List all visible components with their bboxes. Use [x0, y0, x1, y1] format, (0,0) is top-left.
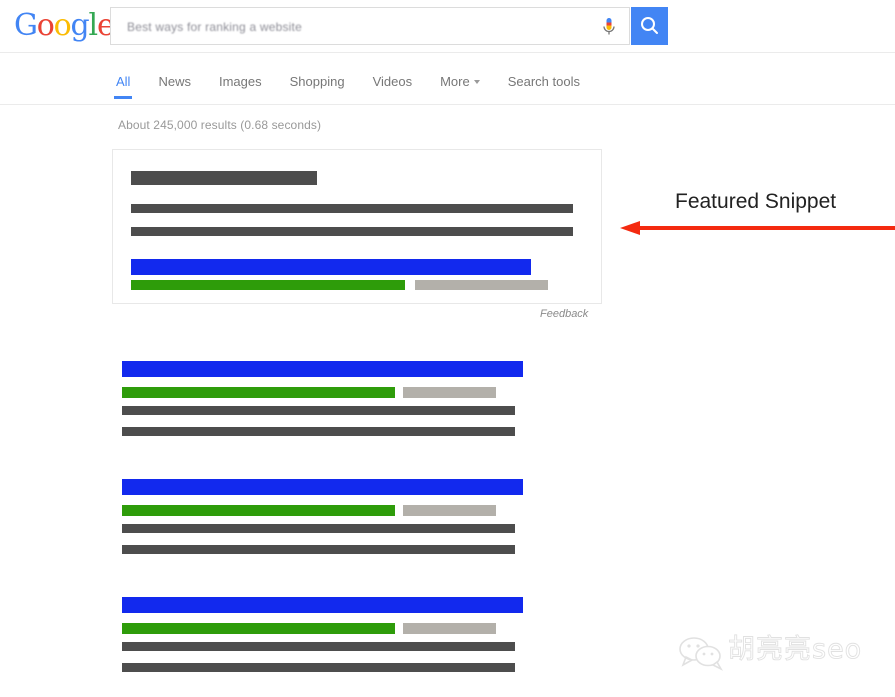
feedback-link[interactable]: Feedback [540, 308, 588, 320]
logo-letter-o1: o [37, 8, 54, 43]
tab-more-label: More [440, 74, 470, 89]
search-icon [631, 7, 668, 45]
search-button[interactable] [631, 7, 668, 45]
tab-search-tools[interactable]: Search tools [508, 53, 580, 89]
tab-all-label: All [116, 74, 130, 89]
logo-letter-l: l [89, 8, 97, 43]
result-date [403, 623, 496, 634]
result-title[interactable] [122, 597, 523, 613]
result-title[interactable] [122, 479, 523, 495]
chevron-down-icon [474, 80, 480, 84]
tab-more[interactable]: More [440, 53, 480, 89]
watermark: 胡亮亮seo [676, 633, 891, 677]
result-url[interactable] [122, 387, 395, 398]
result-description [122, 406, 515, 415]
tab-videos[interactable]: Videos [373, 53, 413, 89]
results-nav-bar: All News Images Shopping Videos More Sea… [0, 53, 895, 105]
result-description [122, 545, 515, 554]
tab-shopping-label: Shopping [290, 74, 345, 89]
tab-videos-label: Videos [373, 74, 413, 89]
watermark-text: 胡亮亮seo [728, 635, 862, 665]
tab-news[interactable]: News [158, 53, 191, 89]
result-description [122, 663, 515, 672]
wechat-bubble-icon [676, 633, 726, 673]
tab-search-tools-label: Search tools [508, 74, 580, 89]
snippet-text-line [131, 227, 573, 236]
snippet-text-line [131, 204, 573, 213]
result-date [403, 505, 496, 516]
tab-shopping[interactable]: Shopping [290, 53, 345, 89]
microphone-icon[interactable] [599, 16, 619, 38]
featured-snippet-card[interactable] [112, 149, 602, 304]
snippet-source-url[interactable] [131, 280, 405, 290]
tab-images[interactable]: Images [219, 53, 262, 89]
snippet-source-title[interactable] [131, 259, 531, 275]
red-arrow-pointing-left [620, 218, 895, 238]
logo-letter-g2: g [71, 8, 89, 43]
annotation-label: Featured Snippet [675, 190, 836, 214]
result-description [122, 427, 515, 436]
google-logo[interactable]: Google [14, 11, 114, 41]
result-date [403, 387, 496, 398]
result-url[interactable] [122, 623, 395, 634]
logo-letter-g1: G [14, 8, 37, 43]
tab-news-label: News [158, 74, 191, 89]
page-header: Google [0, 0, 895, 53]
tab-all[interactable]: All [116, 53, 130, 89]
search-input[interactable] [125, 8, 589, 46]
result-url[interactable] [122, 505, 395, 516]
snippet-heading [131, 171, 317, 185]
result-description [122, 642, 515, 651]
search-bar[interactable] [110, 7, 630, 45]
tab-images-label: Images [219, 74, 262, 89]
result-title[interactable] [122, 361, 523, 377]
results-stats: About 245,000 results (0.68 seconds) [118, 118, 321, 132]
snippet-source-date [415, 280, 548, 290]
result-description [122, 524, 515, 533]
logo-letter-o2: o [54, 8, 71, 43]
